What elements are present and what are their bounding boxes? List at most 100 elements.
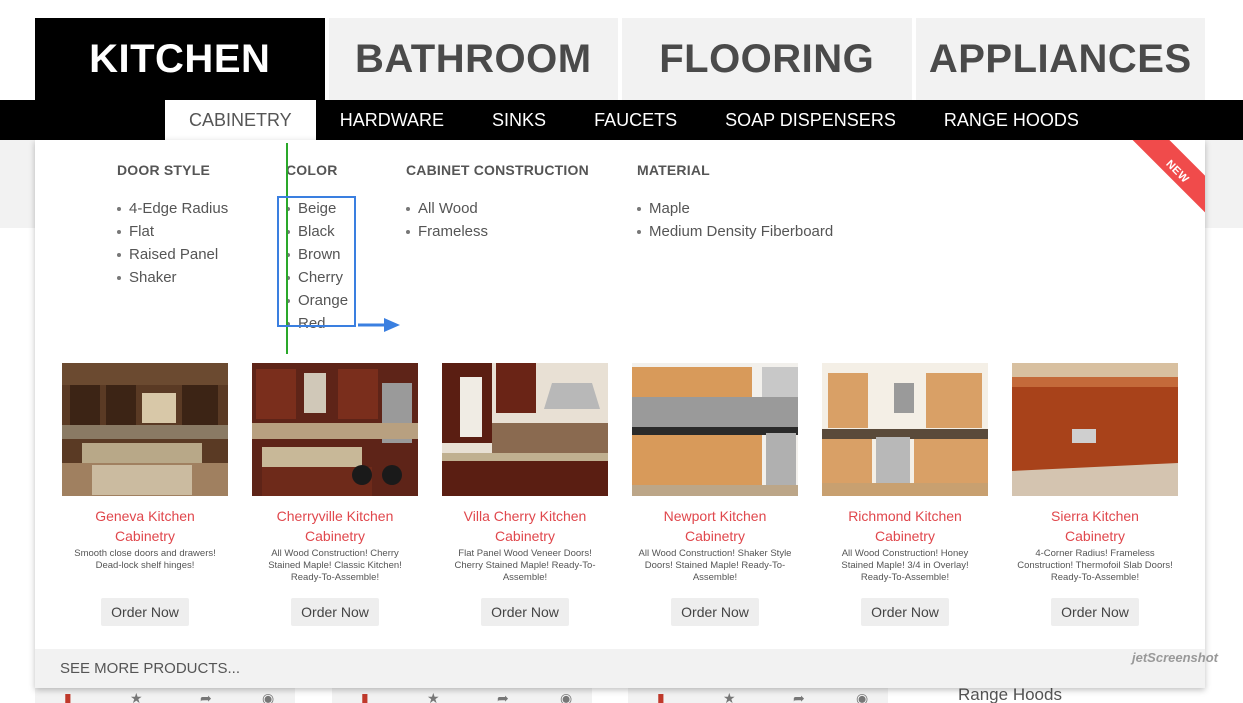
- sub-navigation: CABINETRY HARDWARE SINKS FAUCETS SOAP DI…: [165, 100, 1103, 140]
- eye-icon[interactable]: ◉: [856, 690, 868, 703]
- product-image[interactable]: [252, 363, 418, 496]
- kitchen-photo-icon: [62, 363, 228, 496]
- subnav-soap-dispensers[interactable]: SOAP DISPENSERS: [701, 100, 920, 140]
- new-ribbon: NEW ★: [1131, 140, 1205, 214]
- filter-heading: DOOR STYLE: [117, 162, 211, 178]
- mega-menu-panel: DOOR STYLE 4-Edge Radius Flat Raised Pan…: [35, 140, 1205, 688]
- filter-list: Maple Medium Density Fiberboard: [637, 197, 833, 243]
- product-card: Newport Kitchen Cabinetry All Wood Const…: [632, 363, 798, 633]
- product-card: Sierra Kitchen Cabinetry 4-Corner Radius…: [1012, 363, 1178, 633]
- product-grid: Geneva Kitchen Cabinetry Smooth close do…: [62, 363, 1202, 633]
- product-name-line: Newport Kitchen: [663, 508, 767, 524]
- product-name-line: Cabinetry: [1065, 528, 1125, 544]
- product-name-line: Geneva Kitchen: [95, 508, 195, 524]
- kitchen-photo-icon: [252, 363, 418, 496]
- filter-heading: COLOR: [286, 162, 338, 178]
- product-image[interactable]: [62, 363, 228, 496]
- watermark: jetScreenshot: [1132, 650, 1218, 665]
- star-icon[interactable]: ★: [427, 690, 440, 703]
- product-name[interactable]: Cherryville Kitchen Cabinetry: [252, 506, 418, 546]
- filter-option[interactable]: Shaker: [117, 266, 228, 289]
- tab-flooring[interactable]: FLOORING: [622, 18, 912, 100]
- cabinet-photo-icon: [1012, 363, 1178, 496]
- subnav-hardware[interactable]: HARDWARE: [316, 100, 468, 140]
- filter-heading: CABINET CONSTRUCTION: [406, 162, 589, 178]
- product-name[interactable]: Newport Kitchen Cabinetry: [632, 506, 798, 546]
- eye-icon[interactable]: ◉: [262, 690, 274, 703]
- filter-heading: MATERIAL: [637, 162, 710, 178]
- background-product-bar-1: [35, 688, 295, 703]
- product-image[interactable]: [632, 363, 798, 496]
- filter-door-style: DOOR STYLE 4-Edge Radius Flat Raised Pan…: [117, 162, 228, 289]
- product-name[interactable]: Geneva Kitchen Cabinetry: [62, 506, 228, 546]
- bookmark-icon[interactable]: ▮: [657, 690, 665, 703]
- kitchen-photo-icon: [632, 363, 798, 496]
- eye-icon[interactable]: ◉: [560, 690, 572, 703]
- filter-option[interactable]: All Wood: [406, 197, 589, 220]
- product-image[interactable]: [1012, 363, 1178, 496]
- subnav-range-hoods[interactable]: RANGE HOODS: [920, 100, 1103, 140]
- order-now-button[interactable]: Order Now: [101, 598, 189, 626]
- filter-option[interactable]: Medium Density Fiberboard: [637, 220, 833, 243]
- product-description: Flat Panel Wood Veneer Doors! Cherry Sta…: [454, 548, 596, 583]
- page: { "main_tabs": [ {"label": "KITCHEN", "a…: [0, 0, 1243, 703]
- product-name-line: Cabinetry: [305, 528, 365, 544]
- star-icon[interactable]: ★: [723, 690, 736, 703]
- bookmark-icon[interactable]: ▮: [361, 690, 369, 703]
- product-description: Smooth close doors and drawers! Dead-loc…: [74, 548, 216, 571]
- product-name-line: Cherryville Kitchen: [276, 508, 394, 524]
- product-name-line: Cabinetry: [115, 528, 175, 544]
- product-image[interactable]: [822, 363, 988, 496]
- product-description: All Wood Construction! Cherry Stained Ma…: [268, 548, 402, 583]
- product-card: Villa Cherry Kitchen Cabinetry Flat Pane…: [442, 363, 608, 633]
- product-image[interactable]: [442, 363, 608, 496]
- filter-option[interactable]: Flat: [117, 220, 228, 243]
- order-now-button[interactable]: Order Now: [481, 598, 569, 626]
- tab-kitchen[interactable]: KITCHEN: [35, 18, 325, 100]
- product-name-line: Richmond Kitchen: [848, 508, 962, 524]
- product-name[interactable]: Villa Cherry Kitchen Cabinetry: [442, 506, 608, 546]
- share-icon[interactable]: ➦: [793, 690, 805, 703]
- subnav-sinks[interactable]: SINKS: [468, 100, 570, 140]
- background-product-bar-2: [332, 688, 592, 703]
- product-name-line: Cabinetry: [875, 528, 935, 544]
- subnav-faucets[interactable]: FAUCETS: [570, 100, 701, 140]
- share-icon[interactable]: ➦: [200, 690, 212, 703]
- product-card: Richmond Kitchen Cabinetry All Wood Cons…: [822, 363, 988, 633]
- product-name-line: Cabinetry: [685, 528, 745, 544]
- main-category-tabs: KITCHEN BATHROOM FLOORING APPLIANCES: [35, 18, 1205, 100]
- order-now-button[interactable]: Order Now: [671, 598, 759, 626]
- filter-material: MATERIAL Maple Medium Density Fiberboard: [637, 162, 833, 243]
- product-name[interactable]: Richmond Kitchen Cabinetry: [822, 506, 988, 546]
- product-description: All Wood Construction! Honey Stained Map…: [841, 548, 969, 583]
- order-now-button[interactable]: Order Now: [1051, 598, 1139, 626]
- filter-cabinet-construction: CABINET CONSTRUCTION All Wood Frameless: [406, 162, 589, 243]
- filter-option[interactable]: Raised Panel: [117, 243, 228, 266]
- tab-bathroom[interactable]: BATHROOM: [328, 18, 618, 100]
- ribbon-label: NEW: [1163, 157, 1192, 186]
- star-icon[interactable]: ★: [130, 690, 143, 703]
- product-card: Geneva Kitchen Cabinetry Smooth close do…: [62, 363, 228, 633]
- annotation-arrow-icon: [358, 318, 400, 332]
- filter-option[interactable]: 4-Edge Radius: [117, 197, 228, 220]
- product-name-line: Villa Cherry Kitchen: [463, 508, 587, 524]
- annotation-highlight-box: [277, 196, 356, 327]
- see-more-products-link[interactable]: SEE MORE PRODUCTS...: [35, 649, 1205, 688]
- background-product-bar-3: [628, 688, 888, 703]
- filter-list: All Wood Frameless: [406, 197, 589, 243]
- product-name-line: Sierra Kitchen: [1051, 508, 1139, 524]
- product-name-line: Cabinetry: [495, 528, 555, 544]
- subnav-cabinetry[interactable]: CABINETRY: [165, 100, 316, 140]
- product-name[interactable]: Sierra Kitchen Cabinetry: [1012, 506, 1178, 546]
- order-now-button[interactable]: Order Now: [861, 598, 949, 626]
- tab-appliances[interactable]: APPLIANCES: [915, 18, 1205, 100]
- bookmark-icon[interactable]: ▮: [64, 690, 72, 703]
- product-description: All Wood Construction! Shaker Style Door…: [638, 548, 792, 583]
- product-card: Cherryville Kitchen Cabinetry All Wood C…: [252, 363, 418, 633]
- share-icon[interactable]: ➦: [497, 690, 509, 703]
- filter-option[interactable]: Frameless: [406, 220, 589, 243]
- filter-list: 4-Edge Radius Flat Raised Panel Shaker: [117, 197, 228, 289]
- sub-navigation-bar: CABINETRY HARDWARE SINKS FAUCETS SOAP DI…: [0, 100, 1243, 140]
- filter-option[interactable]: Maple: [637, 197, 833, 220]
- order-now-button[interactable]: Order Now: [291, 598, 379, 626]
